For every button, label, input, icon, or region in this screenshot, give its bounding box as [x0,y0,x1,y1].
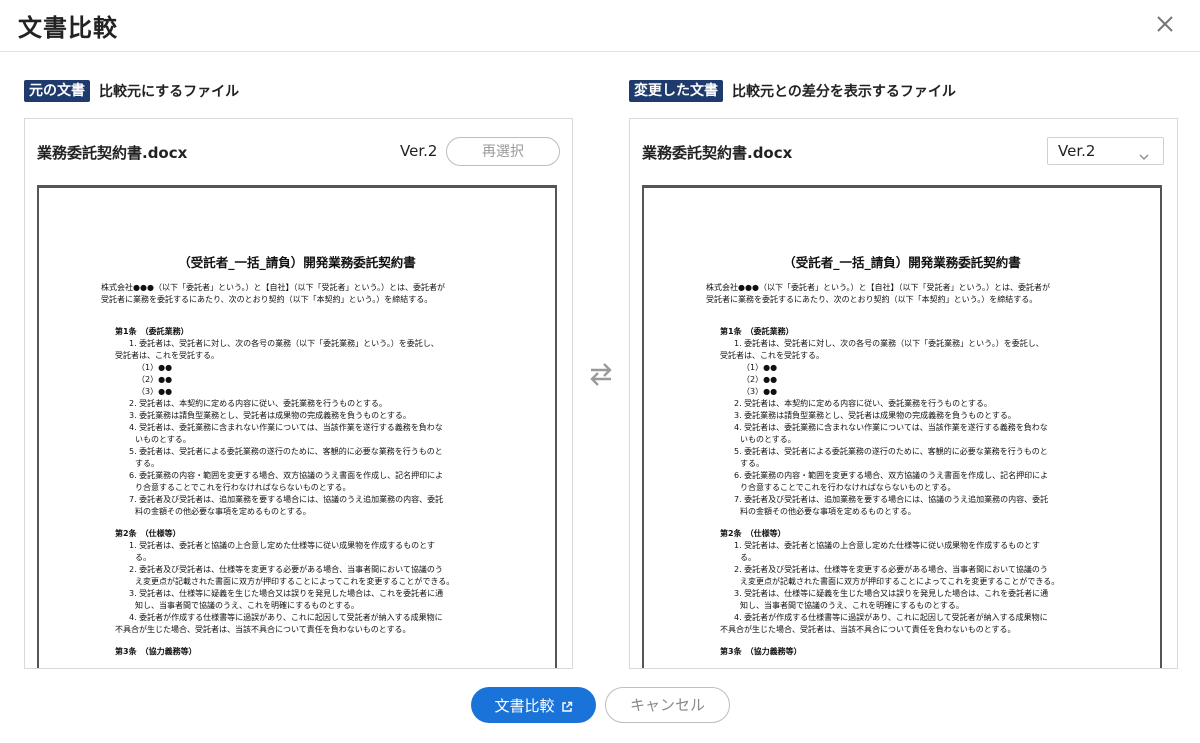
document-line: 料の金額その他必要な事項を定めるものとする。 [135,507,311,516]
document-line: 第1条 （委託業務） [720,327,794,336]
chevron-down-icon [1139,147,1149,160]
document-line: 5. 委託者は、受託者による委託業務の遂行のために、客観的に必要な業務を行うもの… [734,447,1048,456]
original-section-label: 元の文書 比較元にするファイル [24,80,239,102]
original-version: Ver.2 [400,142,438,160]
original-filename: 業務委託契約書.docx [37,144,188,162]
document-line: 受託者は、これを受託する。 [115,351,219,360]
document-line: 株式会社●●●（以下「委託者」という。）と【自社】（以下「受託者」という。）とは… [101,283,445,292]
document-line: 受託者に業務を委託するにあたり、次のとおり契約（以下「本契約」という。）を締結す… [101,295,433,304]
document-line: 1. 受託者は、委託者と協議の上合意し定めた仕様等に従い成果物を作成するものとす [734,541,1040,550]
document-line: 第2条 （仕様等） [115,529,181,538]
document-line: る。 [135,553,151,562]
compare-button[interactable]: 文書比較 [471,687,596,723]
reselect-button[interactable]: 再選択 [446,137,560,166]
document-line: 株式会社●●●（以下「委託者」という。）と【自社】（以下「受託者」という。）とは… [706,283,1050,292]
document-line: （2）●● [137,375,173,384]
document-line: 知し、当事者間で協議のうえ、これを明確にするものとする。 [740,601,964,610]
document-line: 2. 受託者は、本契約に定める内容に従い、委託業務を行うものとする。 [129,399,387,408]
document-title: （受託者_一括_請負）開発業務委託契約書 [178,255,416,270]
document-line: （1）●● [742,363,778,372]
version-select[interactable]: Ver.2 [1047,137,1164,165]
original-document-panel: 業務委託契約書.docx Ver.2 再選択 （受託者_一括_請負）開発業務委託… [24,118,573,669]
document-line: 2. 委託者及び受託者は、仕様等を変更する必要がある場合、当事者間において協議の… [734,565,1048,574]
document-line: 4. 委託者が作成する仕様書等に過誤があり、これに起因して受託者が納入する成果物… [129,613,443,622]
document-line: 第3条 （協力義務等） [720,647,802,656]
document-line: り合意することでこれを行わなければならないものとする。 [135,483,351,492]
document-line: 料の金額その他必要な事項を定めるものとする。 [740,507,916,516]
document-line: 2. 受託者は、本契約に定める内容に従い、委託業務を行うものとする。 [734,399,992,408]
document-line: いものとする。 [135,435,191,444]
compare-button-label: 文書比較 [494,696,555,715]
document-line: 受託者に業務を委託するにあたり、次のとおり契約（以下「本契約」という。）を締結す… [706,295,1038,304]
original-description: 比較元にするファイル [99,84,240,100]
external-link-icon [561,699,573,712]
document-line: （3）●● [742,387,778,396]
document-line: 1. 委託者は、受託者に対し、次の各号の業務（以下「委託業務」という。）を委託し… [734,339,1044,348]
document-line: 4. 受託者は、委託業務に含まれない作業については、当該作業を遂行する義務を負わ… [129,423,443,432]
document-line: する。 [135,459,159,468]
document-line: 3. 受託者は、仕様等に疑義を生じた場合又は誤りを発見した場合は、これを委託者に… [129,589,444,598]
changed-filename: 業務委託契約書.docx [642,144,793,162]
version-select-value: Ver.2 [1058,142,1096,160]
document-line: 3. 委託業務は請負型業務とし、受託者は成果物の完成義務を負うものとする。 [734,411,1016,420]
dialog-title: 文書比較 [18,14,118,42]
swap-arrows-icon[interactable] [586,360,616,388]
original-badge: 元の文書 [24,80,90,102]
document-line: （3）●● [137,387,173,396]
document-line: 2. 委託者及び受託者は、仕様等を変更する必要がある場合、当事者間において協議の… [129,565,443,574]
document-line: り合意することでこれを行わなければならないものとする。 [740,483,956,492]
cancel-button[interactable]: キャンセル [605,687,730,723]
document-line: 受託者は、これを受託する。 [720,351,824,360]
document-line: る。 [740,553,756,562]
dialog-header: 文書比較 [0,0,1200,52]
document-line: え変更点が記載された書面に双方が押印することによってこれを変更することができる。 [740,577,1060,586]
document-line: （1）●● [137,363,173,372]
document-line: 1. 受託者は、委託者と協議の上合意し定めた仕様等に従い成果物を作成するものとす [129,541,435,550]
document-line: 6. 委託業務の内容・範囲を変更する場合、双方協議のうえ書面を作成し、記名押印に… [734,471,1049,480]
original-document-preview[interactable]: （受託者_一括_請負）開発業務委託契約書 株式会社●●●（以下「委託者」という。… [37,185,557,668]
document-line: する。 [740,459,764,468]
changed-description: 比較元との差分を表示するファイル [732,84,956,100]
document-line: 第3条 （協力義務等） [115,647,197,656]
document-line: 不具合が生じた場合、受託者は、当該不具合について責任を負わないものとする。 [720,625,1016,634]
close-icon[interactable] [1150,9,1180,39]
changed-document-preview[interactable]: （受託者_一括_請負）開発業務委託契約書 株式会社●●●（以下「委託者」という。… [642,185,1162,668]
document-line: え変更点が記載された書面に双方が押印することによってこれを変更することができる。 [135,577,455,586]
changed-section-label: 変更した文書 比較元との差分を表示するファイル [629,80,956,102]
document-line: 不具合が生じた場合、受託者は、当該不具合について責任を負わないものとする。 [115,625,411,634]
document-line: 知し、当事者間で協議のうえ、これを明確にするものとする。 [135,601,359,610]
document-line: 1. 委託者は、受託者に対し、次の各号の業務（以下「委託業務」という。）を委託し… [129,339,439,348]
document-line: 第1条 （委託業務） [115,327,189,336]
document-line: いものとする。 [740,435,796,444]
changed-document-panel: 業務委託契約書.docx Ver.2 （受託者_一括_請負）開発業務委託契約書 … [629,118,1178,669]
document-line: 5. 委託者は、受託者による委託業務の遂行のために、客観的に必要な業務を行うもの… [129,447,443,456]
changed-badge: 変更した文書 [629,80,723,102]
document-line: 3. 受託者は、仕様等に疑義を生じた場合又は誤りを発見した場合は、これを委託者に… [734,589,1049,598]
document-line: 4. 受託者は、委託業務に含まれない作業については、当該作業を遂行する義務を負わ… [734,423,1048,432]
document-line: 6. 委託業務の内容・範囲を変更する場合、双方協議のうえ書面を作成し、記名押印に… [129,471,444,480]
document-line: （2）●● [742,375,778,384]
document-line: 3. 委託業務は請負型業務とし、受託者は成果物の完成義務を負うものとする。 [129,411,411,420]
document-line: 4. 委託者が作成する仕様書等に過誤があり、これに起因して受託者が納入する成果物… [734,613,1048,622]
document-line: 7. 委託者及び受託者は、追加業務を要する場合には、協議のうえ追加業務の内容、委… [734,495,1049,504]
document-line: 第2条 （仕様等） [720,529,786,538]
document-title: （受託者_一括_請負）開発業務委託契約書 [783,255,1021,270]
document-line: 7. 委託者及び受託者は、追加業務を要する場合には、協議のうえ追加業務の内容、委… [129,495,444,504]
